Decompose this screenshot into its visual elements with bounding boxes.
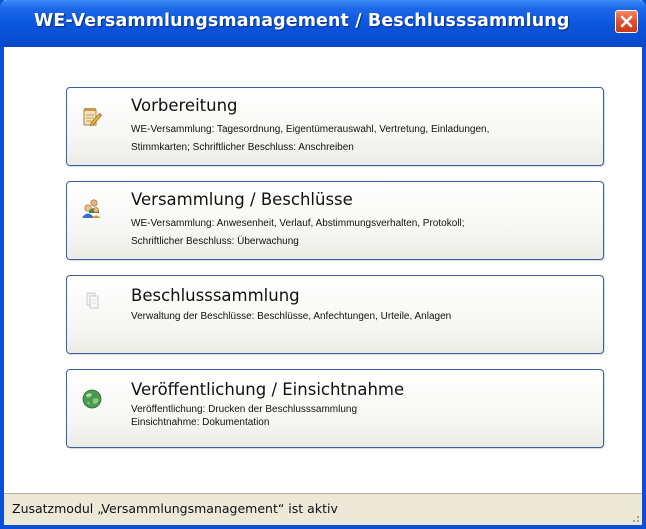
resize-grip-icon[interactable] xyxy=(628,511,640,523)
card-description-veroeffentlichung: Veröffentlichung: Drucken der Beschlusss… xyxy=(131,403,593,429)
title-bar[interactable]: WE-Versammlungsmanagement / Beschlusssam… xyxy=(0,0,646,47)
veroeffentlichung-card[interactable]: Veröffentlichung / Einsichtnahme Veröffe… xyxy=(66,369,604,448)
window-title: WE-Versammlungsmanagement / Beschlusssam… xyxy=(34,11,570,31)
versammlung-card[interactable]: Versammlung / Beschlüsse WE-Versammlung:… xyxy=(66,181,604,260)
card-description-line: WE-Versammlung: Tagesordnung, Eigentümer… xyxy=(131,124,490,135)
close-icon xyxy=(620,15,633,28)
card-title-versammlung: Versammlung / Beschlüsse xyxy=(131,190,353,209)
status-bar: Zusatzmodul „Versammlungsmanagement“ ist… xyxy=(4,493,642,525)
main-window: WE-Versammlungsmanagement / Beschlusssam… xyxy=(0,0,646,529)
close-button[interactable] xyxy=(615,10,638,33)
card-description-line: Schriftlicher Beschluss: Überwachung xyxy=(131,236,299,247)
card-description-line: Verwaltung der Beschlüsse: Beschlüsse, A… xyxy=(131,311,452,322)
card-description-versammlung: WE-Versammlung: Anwesenheit, Verlauf, Ab… xyxy=(131,215,593,251)
content-area: Vorbereitung WE-Versammlung: Tagesordnun… xyxy=(4,47,642,493)
card-description-line: Einsichtnahme: Dokumentation xyxy=(131,417,270,428)
vorbereitung-card[interactable]: Vorbereitung WE-Versammlung: Tagesordnun… xyxy=(66,87,604,166)
documents-icon xyxy=(86,292,99,309)
card-description-beschlusssammlung: Verwaltung der Beschlüsse: Beschlüsse, A… xyxy=(131,308,593,326)
globe-icon xyxy=(82,389,102,409)
people-group-icon xyxy=(82,199,101,218)
status-text: Zusatzmodul „Versammlungsmanagement“ ist… xyxy=(12,501,338,516)
notepad-pencil-icon xyxy=(83,108,102,126)
card-title-veroeffentlichung: Veröffentlichung / Einsichtnahme xyxy=(131,380,405,399)
card-description-vorbereitung: WE-Versammlung: Tagesordnung, Eigentümer… xyxy=(131,121,593,157)
beschlusssammlung-card[interactable]: Beschlusssammlung Verwaltung der Beschlü… xyxy=(66,275,604,354)
card-title-vorbereitung: Vorbereitung xyxy=(131,96,238,115)
card-title-beschlusssammlung: Beschlusssammlung xyxy=(131,286,300,305)
card-description-line: Stimmkarten; Schriftlicher Beschluss: An… xyxy=(131,142,354,153)
card-description-line: WE-Versammlung: Anwesenheit, Verlauf, Ab… xyxy=(131,218,465,229)
card-description-line: Veröffentlichung: Drucken der Beschlusss… xyxy=(131,404,358,415)
